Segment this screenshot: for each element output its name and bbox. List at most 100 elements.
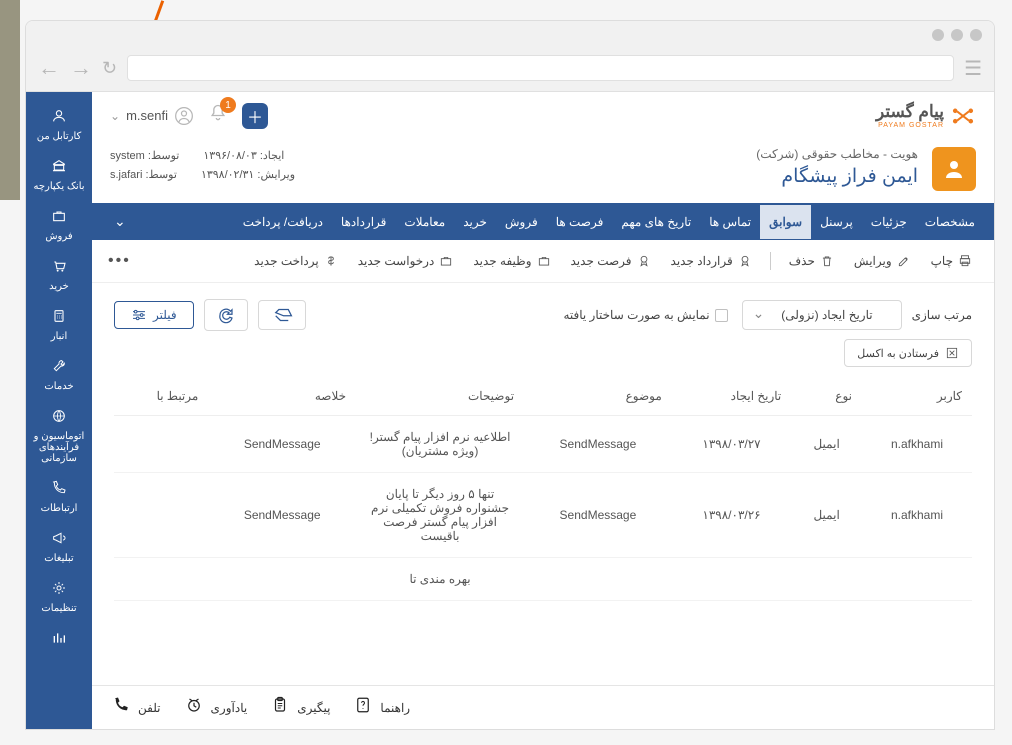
tab-1[interactable]: جزئیات [862, 205, 916, 239]
tab-9[interactable]: معاملات [395, 205, 454, 239]
eraser-button[interactable] [258, 300, 306, 330]
sidebar-item-calc[interactable]: انبار [26, 300, 92, 350]
column-header[interactable]: خلاصه [208, 377, 356, 416]
app-logo[interactable]: پیام گستر PAYAM GOSTAR [876, 102, 976, 129]
tab-10[interactable]: قراردادها [332, 205, 396, 239]
column-header[interactable]: موضوع [524, 377, 672, 416]
notification-badge: 1 [220, 97, 236, 113]
tab-0[interactable]: مشخصات [916, 205, 984, 239]
reload-icon[interactable]: ↻ [102, 58, 117, 79]
delete-button[interactable]: حذف [783, 250, 840, 272]
money-icon [324, 254, 338, 268]
topbar: ⌄ m.senfi 1 ＋ پیام گستر PAYAM [92, 92, 994, 139]
sidebar-item-wrench[interactable]: خدمات [26, 350, 92, 400]
cell-type: ایمیل [791, 473, 862, 558]
sort-select[interactable]: تاریخ ایجاد (نزولی) [742, 300, 902, 330]
cell-type [791, 558, 862, 601]
reminder-button[interactable]: یادآوری [185, 696, 248, 719]
tab-11[interactable]: دریافت/ پرداخت [234, 205, 332, 239]
structured-checkbox[interactable]: نمایش به صورت ساختار یافته [563, 308, 727, 322]
phone-icon [28, 480, 90, 499]
sidebar-item-cart[interactable]: خرید [26, 250, 92, 300]
new-contract-button[interactable]: قرارداد جدید [665, 250, 758, 272]
table-row[interactable]: بهره مندی تا [114, 558, 972, 601]
new-request-button[interactable]: درخواست جدید [352, 250, 460, 272]
column-header[interactable]: تاریخ ایجاد [672, 377, 791, 416]
globe-icon [28, 408, 90, 427]
tab-6[interactable]: فرصت ها [547, 205, 613, 239]
bank-icon [28, 158, 90, 177]
phone-button[interactable]: تلفن [112, 696, 161, 719]
actions-bar: چاپ ویرایش حذف قرارداد جدید فرصت جد [92, 240, 994, 283]
bottom-bar: تلفن یادآوری پیگیری [92, 685, 994, 729]
sidebar-item-bullhorn[interactable]: تبلیغات [26, 522, 92, 572]
entity-icon [932, 147, 976, 191]
table-row[interactable]: n.afkhamiایمیل۱۳۹۸/۰۳/۲۷SendMessageاطلاع… [114, 416, 972, 473]
wrench-icon [28, 358, 90, 377]
sidebar-item-chart[interactable] [26, 622, 92, 661]
user-name: m.senfi [126, 108, 168, 123]
cell-date: ۱۳۹۸/۰۳/۲۷ [672, 416, 791, 473]
tab-3[interactable]: سوابق [760, 205, 811, 239]
column-header[interactable]: مرتبط با [114, 377, 208, 416]
sidebar-item-user[interactable]: کارتابل من [26, 100, 92, 150]
export-excel-button[interactable]: فرستادن به اکسل [844, 339, 972, 367]
forward-icon[interactable]: → [70, 55, 92, 81]
help-button[interactable]: راهنما [354, 696, 410, 719]
tab-7[interactable]: فروش [496, 205, 547, 239]
cell-date: ۱۳۹۸/۰۳/۲۶ [672, 473, 791, 558]
user-circle-icon [174, 106, 194, 126]
window-dot[interactable] [932, 29, 944, 41]
sidebar-item-briefcase[interactable]: فروش [26, 200, 92, 250]
print-icon [958, 254, 972, 268]
logo-icon [950, 103, 976, 129]
cell-summary [208, 558, 356, 601]
new-payment-button[interactable]: پرداخت جدید [248, 250, 344, 272]
page-decorator [0, 0, 20, 200]
table-row[interactable]: n.afkhamiایمیل۱۳۹۸/۰۳/۲۶SendMessageتنها … [114, 473, 972, 558]
briefcase-icon [439, 254, 453, 268]
tab-8[interactable]: خرید [454, 205, 496, 239]
column-header[interactable]: نوع [791, 377, 862, 416]
trash-icon [820, 254, 834, 268]
refresh-button[interactable] [204, 299, 248, 331]
tab-4[interactable]: تماس ها [700, 205, 760, 239]
entity-meta: توسط: system ایجاد: ۱۳۹۶/۰۸/۰۳ توسط: s.j… [110, 147, 295, 184]
notifications-button[interactable]: 1 [208, 103, 228, 128]
phone-icon [112, 696, 130, 719]
sidebar-item-bank[interactable]: بانک یکپارچه [26, 150, 92, 200]
menu-icon[interactable]: ☰ [964, 56, 982, 81]
tabs-more-icon[interactable]: ⌄ [102, 203, 138, 240]
url-bar[interactable] [127, 55, 954, 81]
print-button[interactable]: چاپ [925, 250, 978, 272]
new-opportunity-button[interactable]: فرصت جدید [565, 250, 657, 272]
plus-icon: ＋ [247, 104, 263, 128]
add-button[interactable]: ＋ [242, 103, 268, 129]
main-sidebar: کارتابل منبانک یکپارچهفروشخریدانبارخدمات… [26, 92, 92, 729]
cell-related [114, 416, 208, 473]
breadcrumb: هویت - مخاطب حقوقی (شرکت) [309, 147, 918, 161]
back-icon[interactable]: ← [38, 55, 60, 81]
cogs-icon [28, 580, 90, 599]
window-dot[interactable] [951, 29, 963, 41]
column-header[interactable]: توضیحات [356, 377, 524, 416]
sidebar-item-phone[interactable]: ارتباطات [26, 472, 92, 522]
user-dropdown[interactable]: ⌄ m.senfi [110, 106, 194, 126]
window-dot[interactable] [970, 29, 982, 41]
followup-button[interactable]: پیگیری [271, 696, 330, 719]
cell-user: n.afkhami [862, 416, 972, 473]
cell-subject [524, 558, 672, 601]
filter-button[interactable]: فیلتر [114, 301, 194, 329]
bullhorn-icon [28, 530, 90, 549]
briefcase-icon [537, 254, 551, 268]
actions-more-icon[interactable]: ••• [108, 252, 131, 270]
new-task-button[interactable]: وظیفه جدید [467, 250, 556, 272]
sidebar-item-globe[interactable]: اتوماسیون و فرآیندهای سازمانی [26, 400, 92, 472]
logo-sub: PAYAM GOSTAR [876, 122, 944, 129]
edit-button[interactable]: ویرایش [848, 250, 917, 272]
tab-5[interactable]: تاریخ های مهم [612, 205, 700, 239]
tab-2[interactable]: پرسنل [811, 205, 862, 239]
entity-title: ایمن فراز پیشگام [309, 165, 918, 188]
column-header[interactable]: کاربر [862, 377, 972, 416]
sidebar-item-cogs[interactable]: تنظیمات [26, 572, 92, 622]
